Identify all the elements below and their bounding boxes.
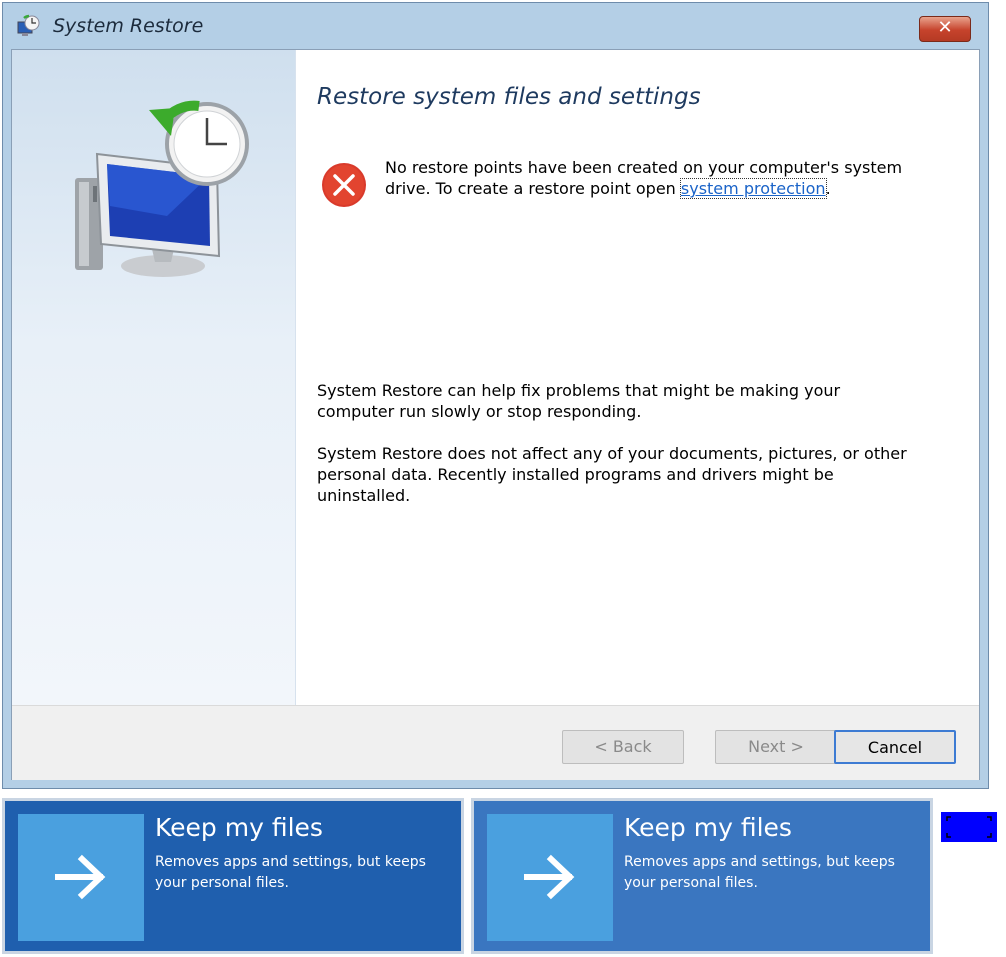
system-restore-monitor-clock-icon bbox=[75, 100, 249, 277]
cancel-button[interactable]: Cancel bbox=[834, 730, 956, 764]
keep-my-files-tile[interactable]: Keep my files Removes apps and settings,… bbox=[2, 798, 464, 954]
next-button[interactable]: Next > bbox=[715, 730, 837, 764]
tile-title: Keep my files bbox=[624, 813, 792, 842]
window-title: System Restore bbox=[53, 15, 204, 37]
tile-title: Keep my files bbox=[155, 813, 323, 842]
error-message-end: . bbox=[825, 179, 831, 198]
description-paragraph-1: System Restore can help fix problems tha… bbox=[317, 381, 841, 421]
system-restore-app-icon bbox=[17, 14, 40, 36]
tile-icon-box bbox=[487, 814, 613, 941]
page-title: Restore system files and settings bbox=[317, 84, 701, 110]
title-bar[interactable]: System Restore ✕ bbox=[3, 3, 988, 49]
arrow-right-icon bbox=[524, 854, 575, 900]
tile-icon-box bbox=[18, 814, 144, 941]
back-button[interactable]: < Back bbox=[562, 730, 684, 764]
error-message: No restore points have been created on y… bbox=[385, 157, 945, 199]
keep-my-files-tile-hover[interactable]: Keep my files Removes apps and settings,… bbox=[471, 798, 933, 954]
arrow-right-icon bbox=[55, 854, 106, 900]
button-bar: < Back Next > Cancel bbox=[12, 705, 979, 780]
dialog-client-area: Restore system files and settings No res… bbox=[11, 49, 980, 780]
description-paragraph-2: System Restore does not affect any of yo… bbox=[317, 444, 907, 505]
tile-description: Removes apps and settings, but keeps you… bbox=[155, 854, 426, 891]
side-panel bbox=[12, 50, 296, 705]
corner-brackets-icon bbox=[946, 816, 992, 838]
error-icon bbox=[322, 163, 366, 207]
system-protection-link[interactable]: system protection bbox=[679, 178, 827, 199]
tile-description: Removes apps and settings, but keeps you… bbox=[624, 854, 895, 891]
content-area: Restore system files and settings No res… bbox=[317, 50, 967, 705]
system-restore-window: System Restore ✕ Restore system files an… bbox=[2, 2, 989, 789]
close-button[interactable]: ✕ bbox=[919, 16, 971, 42]
selection-marker bbox=[941, 812, 997, 842]
